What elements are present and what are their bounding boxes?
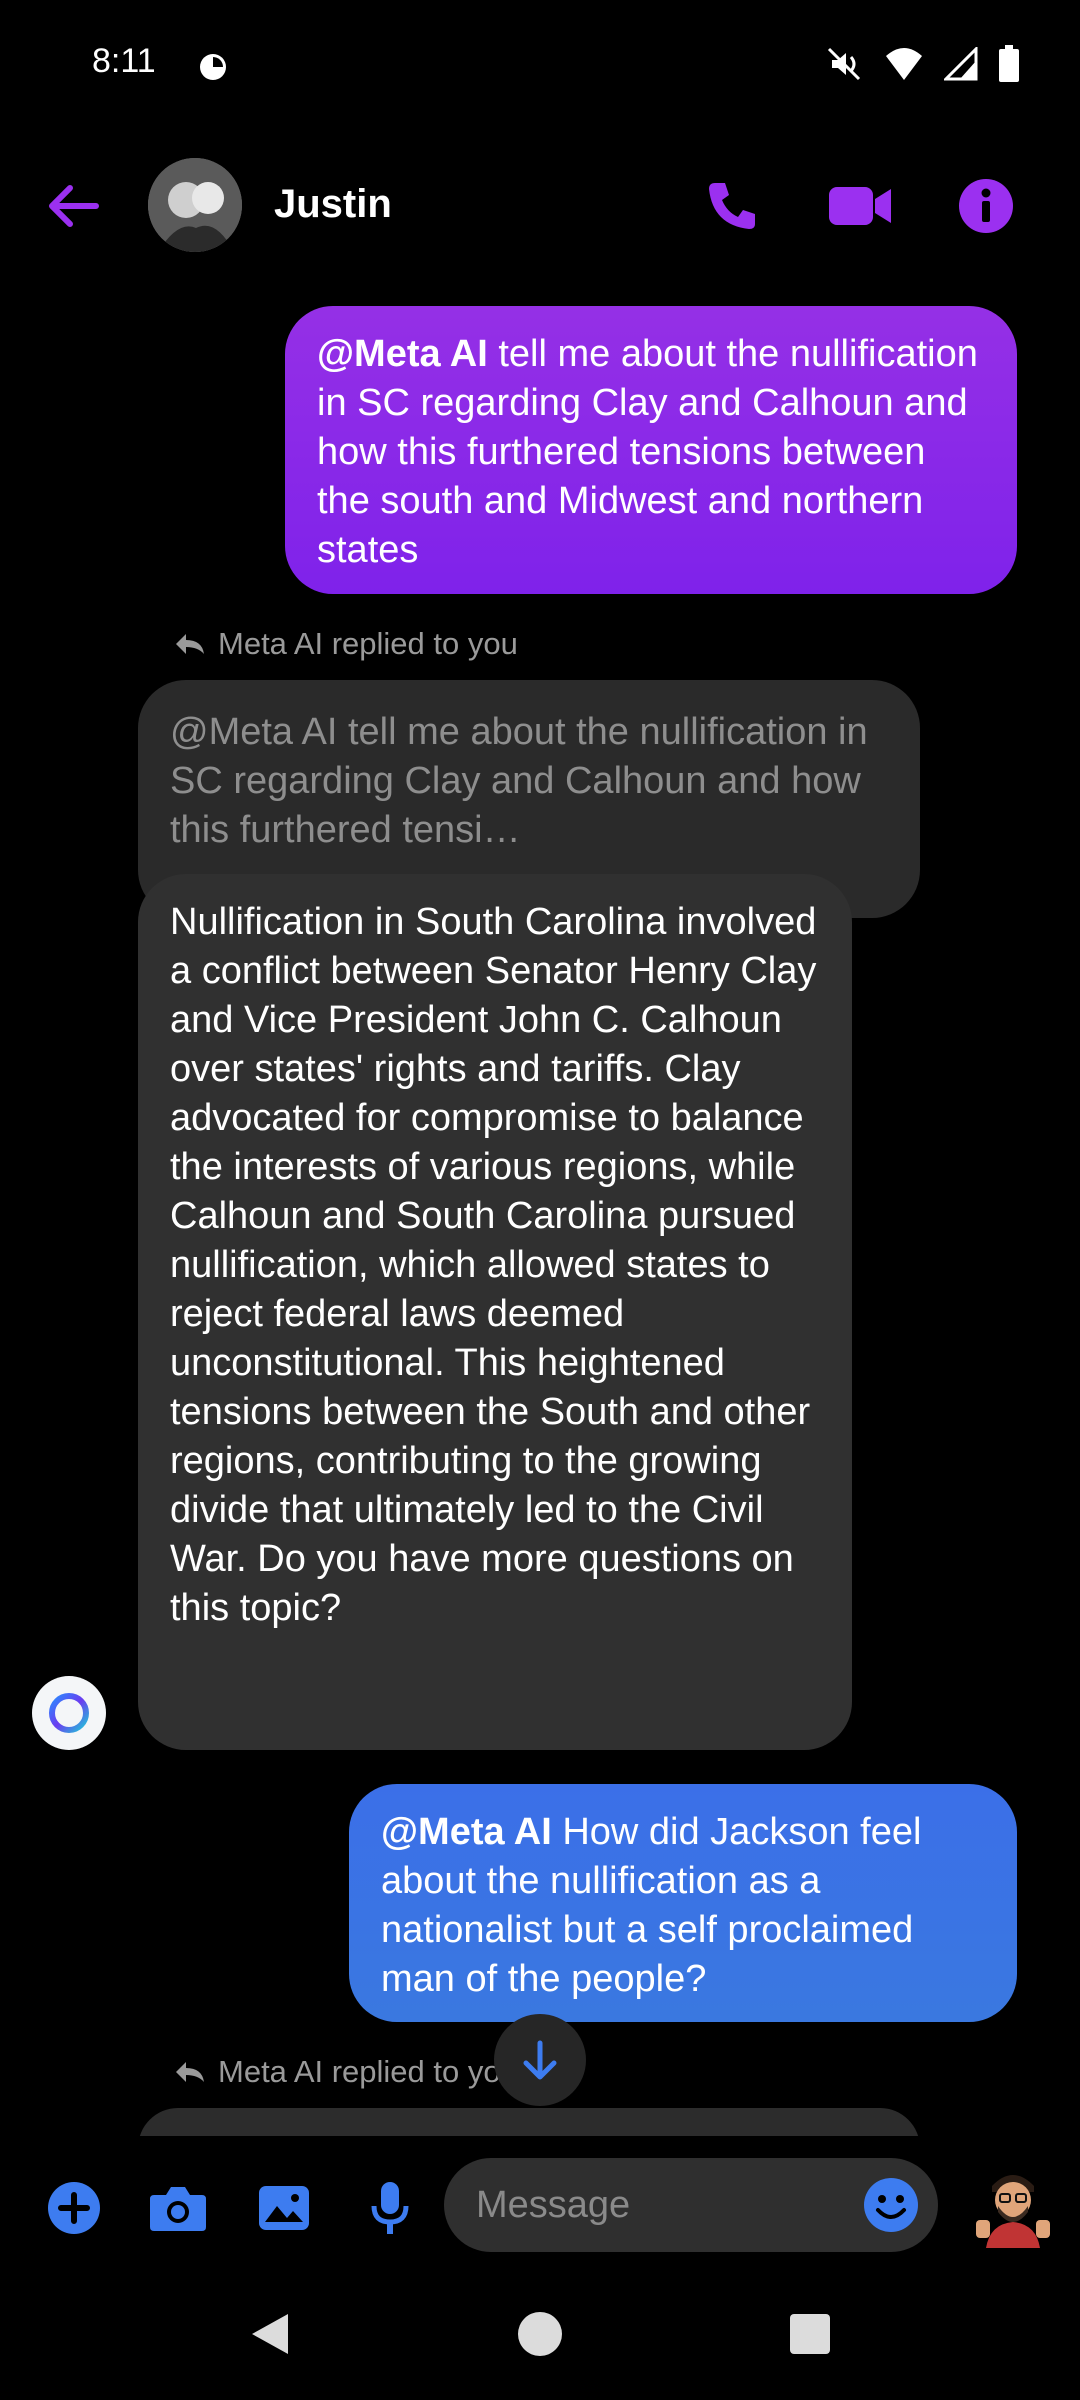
user-message-bubble[interactable]: @Meta AI tell me about the nullification…: [285, 306, 1017, 594]
ai-message-bubble[interactable]: Nullification in South Carolina involved…: [138, 874, 852, 1750]
mention: @Meta AI: [317, 333, 488, 375]
info-button[interactable]: [950, 170, 1022, 242]
arrow-down-icon: [523, 2040, 557, 2080]
contact-name[interactable]: Justin: [274, 182, 392, 227]
gallery-icon: [259, 2186, 309, 2230]
mute-icon: [827, 47, 861, 81]
meta-ai-icon: [49, 1693, 89, 1733]
back-button[interactable]: [44, 176, 104, 236]
meta-ai-avatar[interactable]: [32, 1676, 106, 1750]
reply-indicator: Meta AI replied to yo: [174, 2054, 501, 2090]
mic-icon: [371, 2182, 409, 2234]
notification-icon: [198, 52, 228, 82]
battery-icon: [999, 45, 1019, 82]
reply-icon: [176, 634, 204, 654]
avatar-sticker-icon: [976, 2175, 1050, 2248]
info-icon: [959, 179, 1013, 233]
scroll-to-bottom-button[interactable]: [494, 2014, 586, 2106]
user-message-bubble[interactable]: @Meta AI How did Jackson feel about the …: [349, 1784, 1017, 2022]
video-icon: [829, 187, 891, 225]
plus-icon: [48, 2182, 100, 2234]
camera-icon: [150, 2187, 206, 2231]
nav-recents-button[interactable]: [780, 2304, 840, 2364]
status-icons: [824, 44, 1020, 84]
call-button[interactable]: [696, 170, 768, 242]
emoji-icon: [864, 2178, 918, 2232]
voice-button[interactable]: [360, 2178, 420, 2238]
nav-recents-icon: [790, 2314, 830, 2354]
nav-home-icon: [518, 2312, 562, 2356]
signal-icon: [944, 47, 978, 81]
phone-icon: [709, 183, 755, 229]
video-call-button[interactable]: [824, 170, 896, 242]
camera-button[interactable]: [148, 2178, 208, 2238]
reply-label: Meta AI replied to you: [218, 626, 518, 661]
mention: @Meta AI: [381, 1811, 552, 1853]
message-text: Nullification in South Carolina involved…: [170, 901, 817, 1629]
reply-indicator: Meta AI replied to you: [174, 626, 518, 662]
quoted-text: @Meta AI tell me about the nullification…: [170, 711, 868, 851]
reply-icon: [176, 2062, 204, 2082]
wifi-icon: [886, 48, 922, 80]
status-time: 8:11: [92, 42, 156, 80]
add-button[interactable]: [44, 2178, 104, 2238]
nav-back-button[interactable]: [240, 2304, 300, 2364]
reply-label: Meta AI replied to yo: [218, 2054, 501, 2089]
back-arrow-icon: [49, 185, 99, 227]
nav-home-button[interactable]: [510, 2304, 570, 2364]
nav-back-icon: [252, 2314, 288, 2354]
thumbs-up-avatar-sticker[interactable]: [970, 2162, 1056, 2248]
emoji-button[interactable]: [862, 2176, 920, 2234]
contact-avatar[interactable]: [148, 158, 242, 252]
gallery-button[interactable]: [254, 2178, 314, 2238]
message-input[interactable]: [474, 2182, 858, 2228]
